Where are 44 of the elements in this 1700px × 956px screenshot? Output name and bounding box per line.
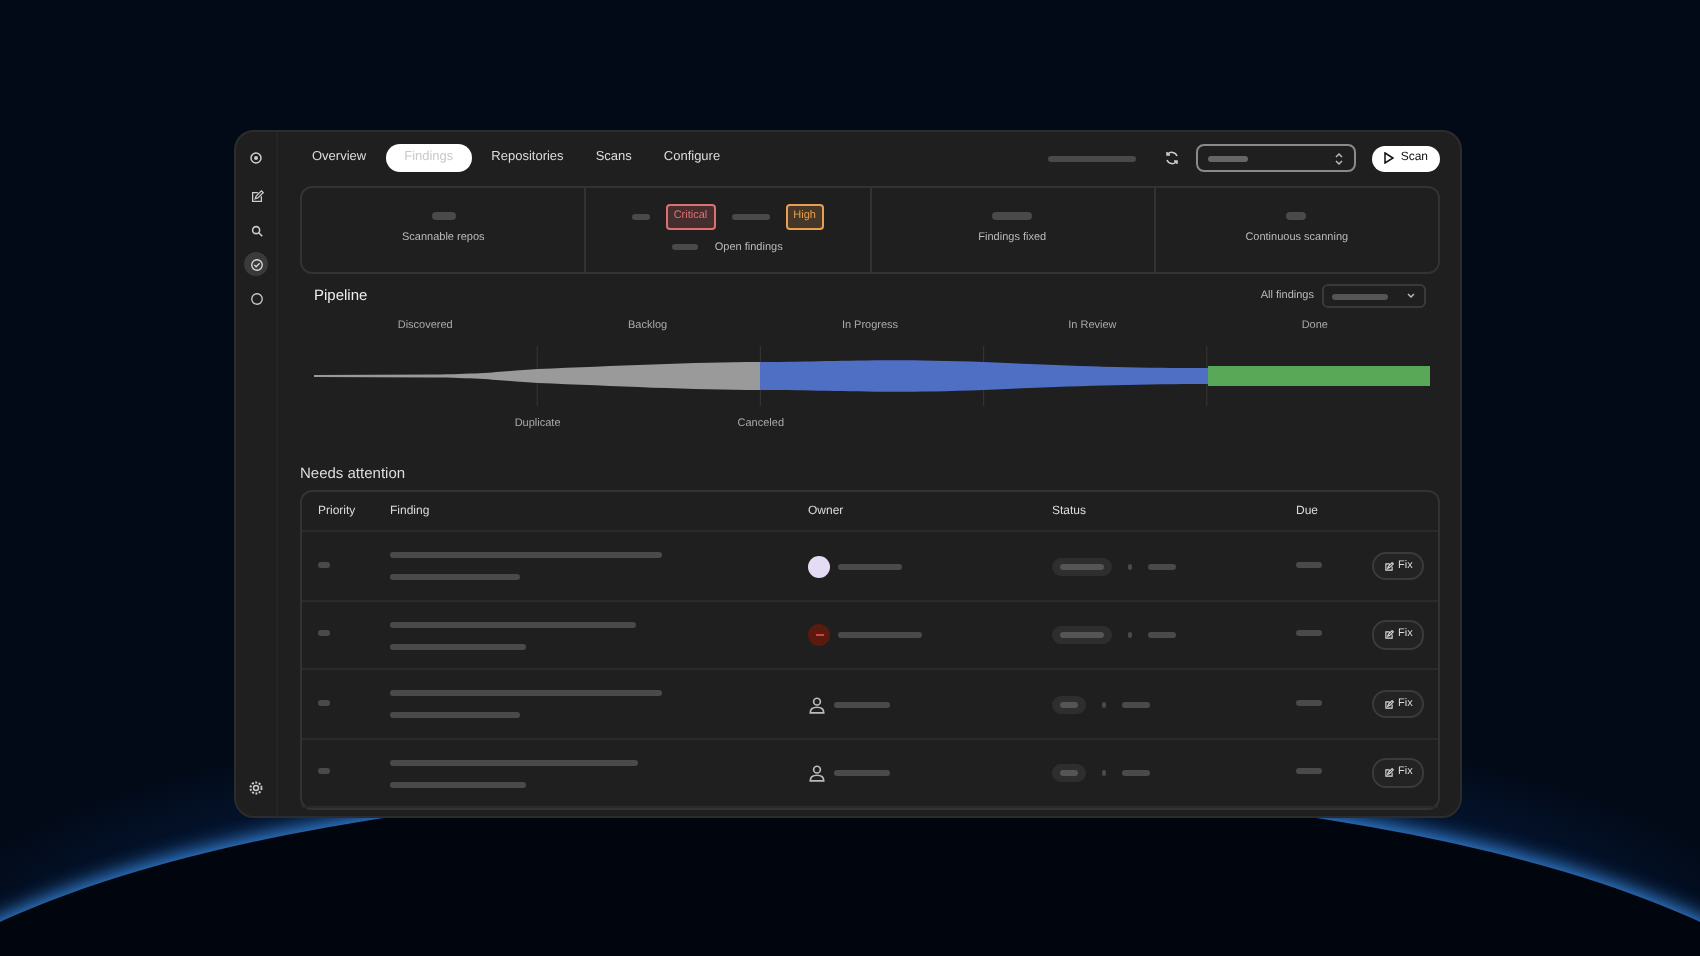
edit-icon <box>1384 768 1394 778</box>
check-circle-icon[interactable] <box>244 252 268 276</box>
skeleton-bar <box>390 643 526 649</box>
edit-icon <box>1384 561 1394 571</box>
status-pill <box>1052 626 1112 644</box>
person-icon <box>808 764 826 782</box>
skeleton-bar <box>318 768 330 775</box>
skeleton-bar <box>1286 212 1307 221</box>
skeleton-bar <box>838 563 902 569</box>
select-field[interactable] <box>1196 144 1357 172</box>
skeleton-bar <box>1122 701 1150 707</box>
skeleton-bar <box>390 574 520 580</box>
skeleton-bar <box>1148 563 1176 569</box>
skeleton-bar <box>1122 770 1150 776</box>
avatar-circle <box>808 555 830 577</box>
skeleton-bar <box>318 699 330 706</box>
refresh-icon[interactable] <box>1164 150 1181 166</box>
skeleton-bar <box>1296 768 1322 775</box>
settings-icon[interactable] <box>244 776 268 800</box>
skeleton-bar <box>318 630 330 637</box>
avatar-circle <box>808 624 830 646</box>
status-pill <box>1052 764 1086 782</box>
skeleton-bar <box>318 561 330 568</box>
person-icon <box>808 695 826 713</box>
play-icon <box>1384 152 1395 164</box>
logo-icon[interactable] <box>244 146 268 170</box>
edit-icon <box>1384 630 1394 640</box>
edit-icon <box>1384 699 1394 709</box>
skeleton-bar <box>1296 699 1322 706</box>
caret-icon <box>1406 292 1416 300</box>
skeleton-bar <box>390 712 520 718</box>
caret-icon <box>1334 151 1345 165</box>
status-pill <box>1052 695 1086 713</box>
skeleton-bar <box>1296 630 1322 637</box>
status-pill <box>1052 557 1112 575</box>
skeleton-bar <box>1296 561 1322 568</box>
skeleton-bar <box>1148 632 1176 638</box>
skeleton-bar <box>992 212 1033 221</box>
skeleton-bar <box>838 632 922 638</box>
skeleton-bar <box>1048 155 1137 161</box>
skeleton-bar <box>431 212 456 221</box>
skeleton-bar <box>390 781 526 787</box>
skeleton-bar <box>834 770 890 776</box>
skeleton-bar <box>834 701 890 707</box>
